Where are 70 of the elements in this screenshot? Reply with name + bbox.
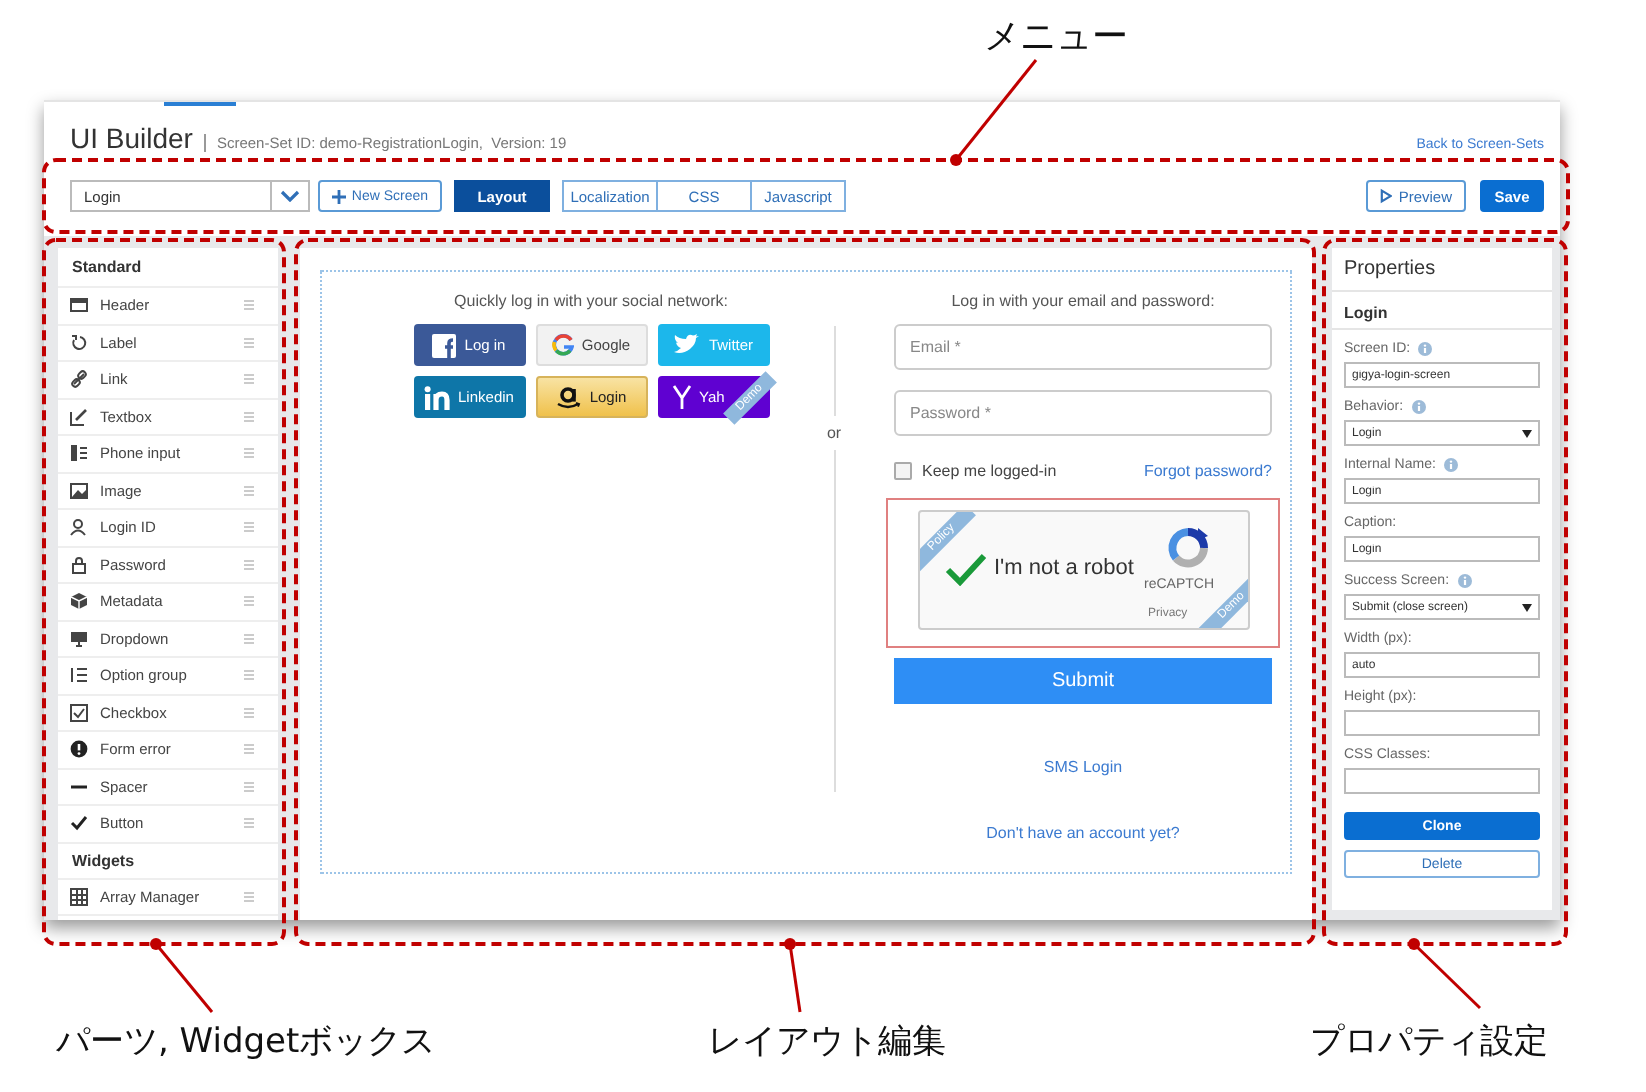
leader-line bbox=[784, 938, 802, 1013]
forgot-password-link[interactable]: Forgot password? bbox=[1143, 461, 1272, 479]
chevron-down-icon bbox=[280, 190, 300, 202]
plus-icon bbox=[331, 189, 346, 203]
grid-icon bbox=[70, 887, 88, 906]
text-field[interactable] bbox=[1344, 710, 1540, 736]
tab-indicator bbox=[164, 102, 236, 106]
drag-handle-icon bbox=[244, 448, 254, 459]
list-icon bbox=[70, 666, 88, 685]
drag-handle-icon bbox=[244, 374, 254, 385]
exclamation-circle-icon bbox=[70, 740, 88, 759]
panel-title: Properties bbox=[1332, 248, 1552, 292]
a-smile-logo-icon bbox=[555, 384, 582, 410]
checkbox-label: Keep me logged-in bbox=[922, 461, 1057, 479]
phone-list-icon bbox=[70, 444, 88, 463]
drag-handle-icon bbox=[244, 522, 254, 533]
section-heading: Standard bbox=[58, 248, 278, 288]
app-title: UI Builder bbox=[70, 122, 193, 154]
email-login-heading: Log in with your email and password: bbox=[949, 292, 1217, 310]
lock-icon bbox=[70, 555, 88, 574]
square-f-icon bbox=[432, 333, 457, 357]
checkmark-icon bbox=[70, 814, 88, 833]
bird-icon bbox=[672, 334, 701, 356]
callout-label: メニュー bbox=[984, 14, 1128, 60]
drag-handle-icon bbox=[244, 744, 254, 755]
leader-line bbox=[1408, 938, 1482, 1010]
sign-up-link[interactable]: Don't have an account yet? bbox=[986, 824, 1180, 842]
caret-down-icon bbox=[1522, 603, 1532, 611]
sms-login-link[interactable]: SMS Login bbox=[1043, 758, 1123, 776]
leader-line bbox=[950, 59, 1038, 166]
person-icon bbox=[70, 518, 88, 537]
caret-down-icon bbox=[1522, 429, 1532, 437]
drag-handle-icon bbox=[244, 337, 254, 348]
drag-handle-icon bbox=[244, 559, 254, 570]
pencil-icon bbox=[70, 407, 88, 426]
image-icon bbox=[70, 481, 88, 500]
text-field[interactable] bbox=[1344, 768, 1540, 794]
drag-handle-icon bbox=[244, 670, 254, 681]
drag-handle-icon bbox=[244, 485, 254, 496]
g-logo-icon bbox=[551, 334, 574, 356]
text-field[interactable]: Email * bbox=[894, 324, 1272, 370]
section-heading: Login bbox=[1332, 292, 1552, 330]
drag-handle-icon bbox=[244, 596, 254, 607]
drag-handle-icon bbox=[244, 891, 254, 902]
checkbox[interactable] bbox=[894, 461, 912, 479]
drag-handle-icon bbox=[244, 300, 254, 311]
y-logo-icon bbox=[671, 384, 691, 410]
drag-handle-icon bbox=[244, 411, 254, 422]
circular-arrow-icon bbox=[70, 333, 88, 352]
drag-handle-icon bbox=[244, 818, 254, 829]
section-heading: Widgets bbox=[58, 843, 278, 879]
text-field[interactable]: Password * bbox=[894, 390, 1272, 436]
callout-label: パーツ, Widgetボックス bbox=[56, 1020, 436, 1064]
circular-arrows-logo-icon bbox=[1166, 526, 1210, 570]
in-logo-icon bbox=[424, 385, 451, 409]
or-separator-label: or bbox=[826, 424, 842, 442]
captcha-label: I'm not a robot bbox=[994, 556, 1134, 580]
link-icon bbox=[70, 370, 88, 389]
drag-handle-icon bbox=[244, 633, 254, 644]
window-icon bbox=[70, 296, 88, 315]
callout-label: プロパティ設定 bbox=[1310, 1020, 1548, 1064]
checkbox-icon bbox=[70, 703, 88, 722]
play-icon bbox=[1380, 188, 1393, 204]
drag-handle-icon bbox=[244, 707, 254, 718]
callout-label: レイアウト編集 bbox=[708, 1020, 946, 1064]
drag-handle-icon bbox=[244, 781, 254, 792]
social-login-heading: Quickly log in with your social network: bbox=[454, 292, 728, 310]
monitor-icon bbox=[70, 629, 88, 648]
cube-icon bbox=[70, 592, 88, 611]
leader-line bbox=[150, 938, 214, 1013]
